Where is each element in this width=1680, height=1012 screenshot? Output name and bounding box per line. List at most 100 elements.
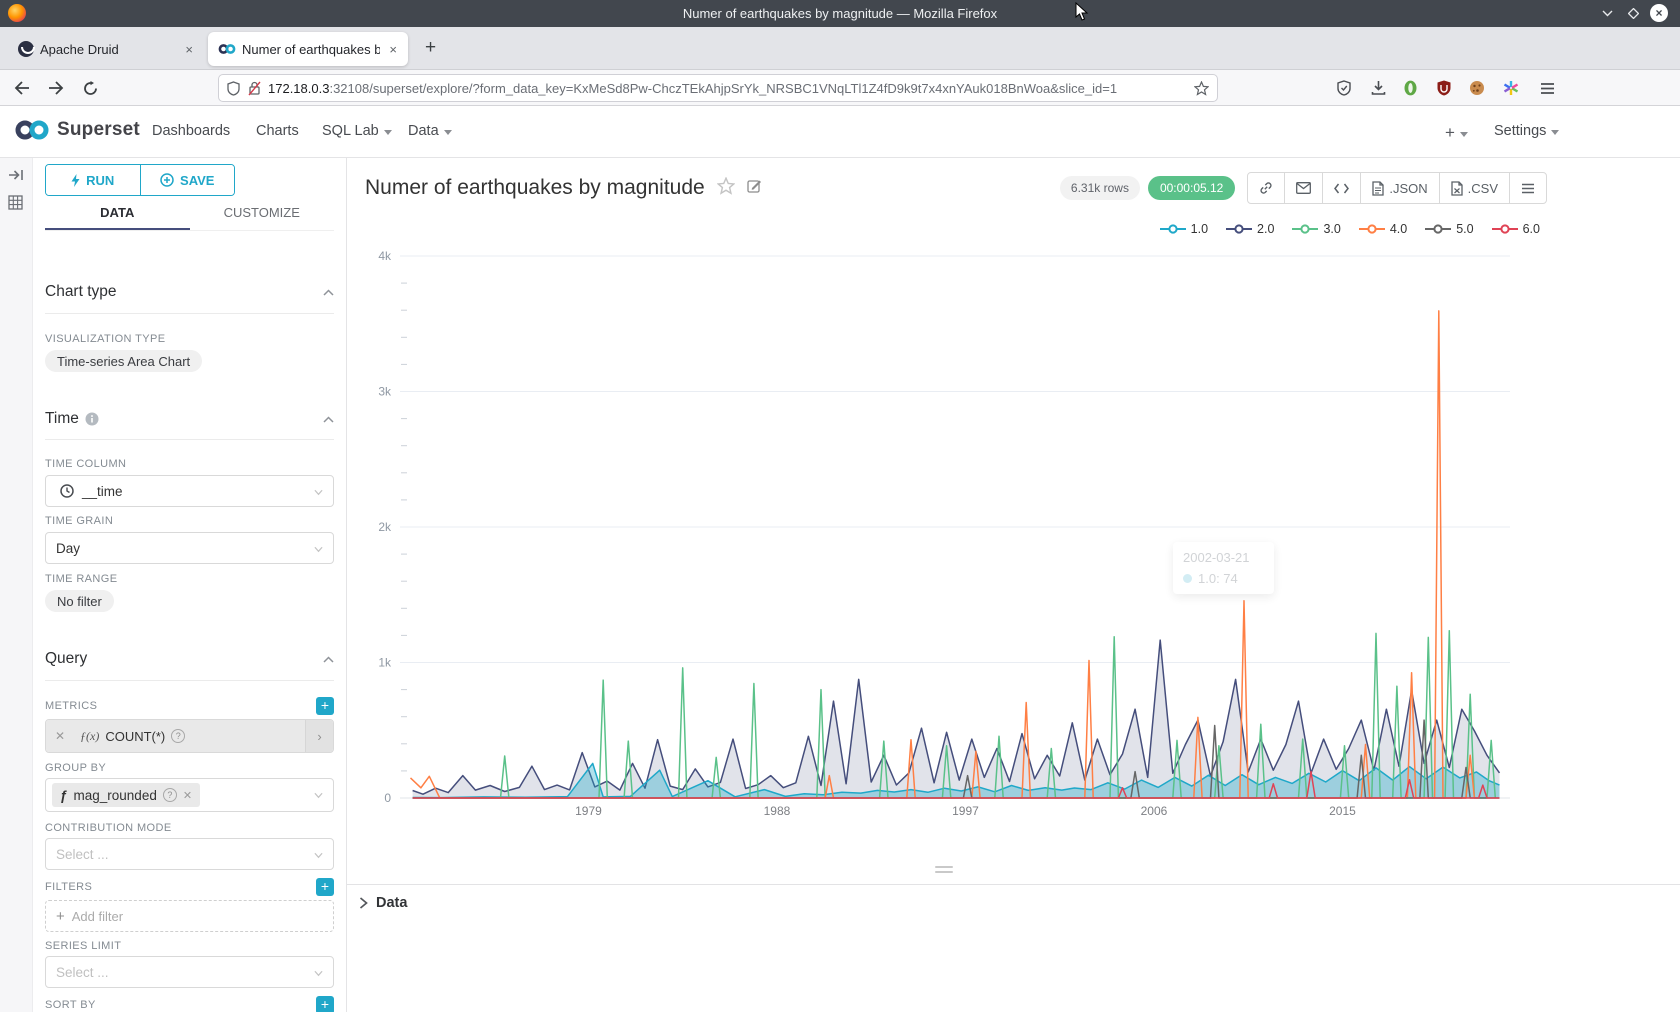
lightning-icon [71,174,80,187]
export-json-button[interactable]: .JSON [1361,173,1439,203]
insecure-lock-icon[interactable] [248,81,261,96]
tab-title: Numer of earthquakes by [242,42,380,57]
expand-metric-icon[interactable]: › [305,720,333,752]
export-csv-button[interactable]: .CSV [1440,173,1510,203]
legend-item-2.0[interactable]: 2.0 [1226,222,1274,236]
data-panel-header[interactable]: Data [347,884,1680,911]
chevron-up-icon [323,656,334,663]
tooltip-date: 2002-03-21 [1183,550,1264,565]
legend-item-5.0[interactable]: 5.0 [1425,222,1473,236]
legend-marker-icon [1492,224,1518,234]
add-filter-dropzone[interactable]: + Add filter [45,900,334,932]
legend-item-1.0[interactable]: 1.0 [1160,222,1208,236]
download-icon[interactable] [1368,78,1388,98]
address-bar[interactable]: 172.18.0.3:32108/superset/explore/?form_… [218,74,1218,102]
run-save-group: RUN SAVE [45,164,235,196]
time-grain-select[interactable]: Day [45,532,334,564]
new-tab-button[interactable]: + [425,37,436,59]
add-filter-button[interactable]: + [316,878,334,896]
superset-logo[interactable]: Superset [14,118,140,142]
expand-panel-icon[interactable] [8,168,24,187]
viz-type-pill[interactable]: Time-series Area Chart [45,350,202,372]
hamburger-menu-icon[interactable] [1537,78,1557,98]
add-sort-button[interactable]: + [316,996,334,1012]
browser-tab-superset[interactable]: Numer of earthquakes by × [208,32,408,66]
nav-dashboards[interactable]: Dashboards [152,123,230,139]
metrics-label: METRICS [45,700,97,712]
question-circle-icon[interactable]: ? [171,729,185,743]
tracking-shield-icon[interactable] [227,81,240,96]
legend-item-4.0[interactable]: 4.0 [1359,222,1407,236]
back-icon[interactable] [10,76,34,100]
series-line-4.0 [411,311,1475,798]
info-icon [85,412,99,426]
time-range-pill[interactable]: No filter [45,590,114,612]
tab-title: Apache Druid [40,42,176,57]
copy-link-button[interactable] [1248,173,1285,203]
tab-customize[interactable]: CUSTOMIZE [190,205,335,230]
pocket-shield-icon[interactable] [1334,78,1354,98]
run-button[interactable]: RUN [46,165,141,195]
chevron-down-icon [1460,132,1468,137]
tab-close-icon[interactable]: × [386,42,400,57]
tab-close-icon[interactable]: × [182,42,196,57]
resize-handle[interactable] [935,866,953,876]
y-axis-tick-label: 2k [378,520,392,534]
extension-pinwheel-icon[interactable] [1501,78,1521,98]
tab-data[interactable]: DATA [45,205,190,230]
legend-item-6.0[interactable]: 6.0 [1492,222,1540,236]
time-grain-label: TIME GRAIN [45,515,334,527]
contribution-select[interactable]: Select ... [45,838,334,870]
section-query[interactable]: Query [45,650,334,668]
chevron-up-icon [323,289,334,296]
brand-name: Superset [57,119,140,141]
groupby-pill[interactable]: ƒ mag_rounded ? ✕ [52,783,200,807]
bookmark-star-icon[interactable] [1194,81,1209,96]
chart-container: Numer of earthquakes by magnitude 6.31k … [347,158,1680,1012]
edit-title-icon[interactable] [747,178,762,198]
section-time[interactable]: Time [45,410,334,428]
forward-icon[interactable] [44,76,68,100]
section-chart-type[interactable]: Chart type [45,283,334,301]
nav-sql-lab[interactable]: SQL Lab [322,123,392,139]
browser-tab-druid[interactable]: Apache Druid × [8,32,204,66]
plus-circle-icon [160,173,174,187]
time-column-select[interactable]: __time [45,475,334,507]
window-maximize-icon[interactable] [1624,4,1642,22]
email-button[interactable] [1285,173,1323,203]
window-title: Numer of earthquakes by magnitude — Mozi… [0,6,1680,21]
window-minimize-icon[interactable] [1598,4,1616,22]
x-axis-tick-label: 2015 [1329,804,1356,818]
cookie-icon[interactable] [1467,78,1487,98]
nav-add-button[interactable]: + [1445,123,1468,143]
y-axis-tick-label: 0 [384,791,391,805]
fx-icon: ƒ(x) [80,729,99,744]
privacy-badger-icon[interactable] [1400,78,1420,98]
remove-pill-icon[interactable]: ✕ [183,789,192,802]
y-axis-tick-label: 3k [378,385,392,399]
favorite-star-icon[interactable] [717,177,735,200]
window-close-icon[interactable]: × [1650,4,1668,22]
metric-control[interactable]: ✕ ƒ(x) COUNT(*) ? › [45,719,334,753]
chevron-down-icon [314,545,323,554]
legend-item-3.0[interactable]: 3.0 [1292,222,1340,236]
nav-settings[interactable]: Settings [1494,123,1559,139]
remove-metric-icon[interactable]: ✕ [46,720,74,752]
dataset-grid-icon[interactable] [8,195,23,215]
nav-data[interactable]: Data [408,123,452,139]
save-button[interactable]: SAVE [141,165,235,195]
question-circle-icon[interactable]: ? [163,788,177,802]
reload-icon[interactable] [78,76,102,100]
timeseries-area-chart[interactable]: 01k2k3k4k19791988199720062015 [347,245,1567,835]
chevron-down-icon [1551,130,1559,135]
embed-code-button[interactable] [1323,173,1361,203]
legend-marker-icon [1226,224,1252,234]
nav-charts[interactable]: Charts [256,123,299,139]
add-metric-button[interactable]: + [316,697,334,715]
chart-menu-button[interactable] [1510,173,1546,203]
series-limit-select[interactable]: Select ... [45,956,334,988]
groupby-select[interactable]: ƒ mag_rounded ? ✕ [45,778,334,812]
ublock-icon[interactable] [1434,78,1454,98]
x-axis-tick-label: 1988 [764,804,791,818]
contribution-label: CONTRIBUTION MODE [45,822,334,834]
